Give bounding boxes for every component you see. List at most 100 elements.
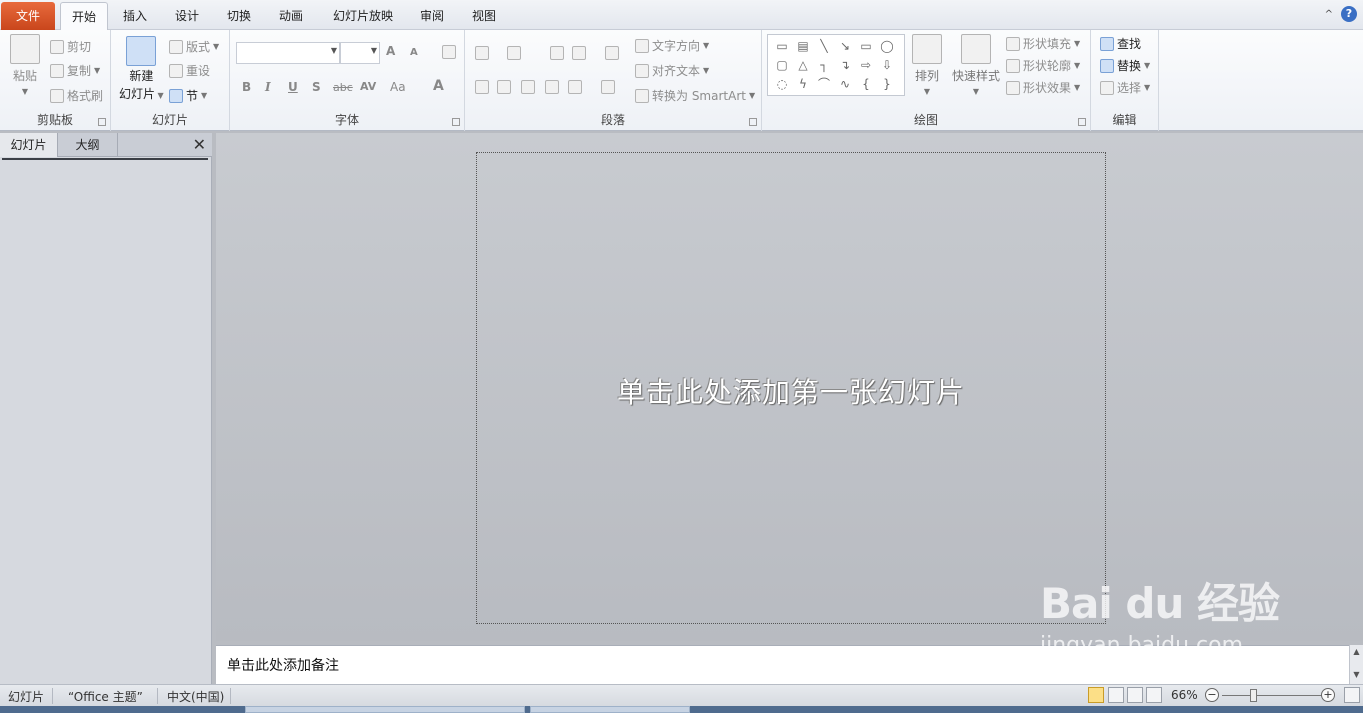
font-name-combobox[interactable]: ▼ [236,42,340,64]
change-case-button[interactable]: Aa [390,80,406,94]
reset-button[interactable]: 重设 [169,62,210,79]
numbering-icon[interactable] [507,46,521,60]
tab-view[interactable]: 视图 [463,2,505,30]
select-button[interactable]: 选择 ▼ [1100,79,1150,96]
tab-outline[interactable]: 大纲 [58,133,118,157]
align-left-icon[interactable] [475,80,489,94]
justify-icon[interactable] [545,80,559,94]
tab-home[interactable]: 开始 [60,2,108,30]
clipboard-dialog-launcher[interactable] [98,118,106,126]
format-painter-button[interactable]: 格式刷 [50,87,103,104]
paste-button[interactable]: 粘贴 ▼ [10,34,40,96]
slide-placeholder-frame[interactable]: 单击此处添加第一张幻灯片 [476,152,1106,624]
character-spacing-button[interactable]: AV [360,80,376,93]
line-shape-icon[interactable]: ╲ [814,37,834,56]
shrink-font-button[interactable]: A [410,47,418,58]
reading-view-icon[interactable] [1127,687,1143,703]
zoom-out-icon[interactable]: − [1205,688,1219,702]
taskbar-button[interactable] [245,706,525,713]
shape-effects-button[interactable]: 形状效果 ▼ [1006,79,1080,96]
minimize-ribbon-icon[interactable]: ^ [1325,9,1333,20]
right-brace-shape-icon[interactable]: } [877,75,897,94]
text-direction-button[interactable]: 文字方向 ▼ [635,37,709,54]
italic-button[interactable]: I [265,80,271,94]
convert-smartart-button[interactable]: 转换为 SmartArt ▼ [635,87,755,104]
columns-icon[interactable] [601,80,615,94]
line-spacing-icon[interactable] [605,46,619,60]
tab-slides-thumbnails[interactable]: 幻灯片 [0,133,58,157]
taskbar-button[interactable] [530,706,690,713]
shape-fill-button[interactable]: 形状填充 ▼ [1006,35,1080,52]
oval-shape-icon[interactable]: ◯ [877,37,897,56]
help-icon[interactable]: ? [1341,6,1357,22]
copy-button[interactable]: 复制 ▼ [50,62,100,79]
triangle-shape-icon[interactable]: △ [793,56,813,75]
align-right-icon[interactable] [521,80,535,94]
replace-button[interactable]: 替换 ▼ [1100,57,1150,74]
tab-file[interactable]: 文件 [1,2,55,30]
decrease-indent-icon[interactable] [550,46,564,60]
tab-review[interactable]: 审阅 [411,2,453,30]
align-center-icon[interactable] [497,80,511,94]
find-button[interactable]: 查找 [1100,35,1141,52]
slideshow-view-icon[interactable] [1146,687,1162,703]
tab-insert[interactable]: 插入 [114,2,156,30]
section-button[interactable]: 节 ▼ [169,87,207,104]
clear-formatting-icon[interactable] [442,45,456,59]
zoom-slider-track[interactable] [1222,695,1322,696]
align-text-button[interactable]: 对齐文本 ▼ [635,62,709,79]
down-arrow-shape-icon[interactable]: ⇩ [877,56,897,75]
grow-font-button[interactable]: A [386,44,395,58]
notes-scrollbar[interactable]: ▲ ▼ [1349,645,1363,684]
scroll-down-icon[interactable]: ▼ [1350,668,1363,681]
tab-animations[interactable]: 动画 [270,2,312,30]
arrange-button[interactable]: 排列 ▼ [912,34,942,96]
font-dialog-launcher[interactable] [452,118,460,126]
freeform-shape-icon[interactable]: ◌ [772,75,792,94]
status-theme[interactable]: “Office 主题” [68,688,143,705]
right-arrow-shape-icon[interactable]: ⇨ [856,56,876,75]
zoom-level[interactable]: 66% [1171,688,1198,702]
zoom-in-icon[interactable]: + [1321,688,1335,702]
rounded-rect-shape-icon[interactable]: ▢ [772,56,792,75]
drawing-dialog-launcher[interactable] [1078,118,1086,126]
status-language[interactable]: 中文(中国) [167,688,224,705]
increase-indent-icon[interactable] [572,46,586,60]
lightning-shape-icon[interactable]: ϟ [793,75,813,94]
shapes-gallery[interactable]: ▭ ▤ ╲ ↘ ▭ ◯ ▢ △ ┐ ↴ ⇨ ⇩ ◌ ϟ ⌒ ∿ { } [767,34,905,96]
tab-transitions[interactable]: 切换 [218,2,260,30]
elbow-arrow-connector-icon[interactable]: ↴ [835,56,855,75]
rectangle-shape-icon[interactable]: ▭ [856,37,876,56]
paragraph-dialog-launcher[interactable] [749,118,757,126]
fit-to-window-icon[interactable] [1344,687,1360,703]
distribute-icon[interactable] [568,80,582,94]
text-shadow-button[interactable]: S [312,80,321,94]
vertical-textbox-shape-icon[interactable]: ▤ [793,37,813,56]
zoom-slider-thumb[interactable] [1250,689,1257,702]
cut-button[interactable]: 剪切 [50,38,91,55]
shape-outline-button[interactable]: 形状轮廓 ▼ [1006,57,1080,74]
normal-view-icon[interactable] [1088,687,1104,703]
arrow-line-shape-icon[interactable]: ↘ [835,37,855,56]
underline-button[interactable]: U [288,80,298,94]
font-size-combobox[interactable]: ▼ [340,42,380,64]
curve-shape-icon[interactable]: ∿ [835,75,855,94]
slide-sorter-view-icon[interactable] [1108,687,1124,703]
textbox-shape-icon[interactable]: ▭ [772,37,792,56]
tab-slideshow[interactable]: 幻灯片放映 [325,2,401,30]
strikethrough-button[interactable]: abc [333,81,353,94]
close-pane-icon[interactable]: ✕ [193,135,206,154]
bullets-icon[interactable] [475,46,489,60]
bold-button[interactable]: B [242,80,251,94]
left-brace-shape-icon[interactable]: { [856,75,876,94]
tab-design[interactable]: 设计 [166,2,208,30]
font-color-button[interactable]: A [433,78,444,94]
quick-styles-button[interactable]: 快速样式 ▼ [952,34,1000,96]
add-first-slide-hint[interactable]: 单击此处添加第一张幻灯片 [477,371,1105,411]
layout-button[interactable]: 版式 ▼ [169,38,219,55]
elbow-connector-icon[interactable]: ┐ [814,56,834,75]
notes-placeholder[interactable]: 单击此处添加备注 [227,655,339,675]
scroll-up-icon[interactable]: ▲ [1350,645,1363,658]
new-slide-button[interactable]: 新建 幻灯片 ▼ [119,36,164,102]
arc-shape-icon[interactable]: ⌒ [814,75,834,94]
